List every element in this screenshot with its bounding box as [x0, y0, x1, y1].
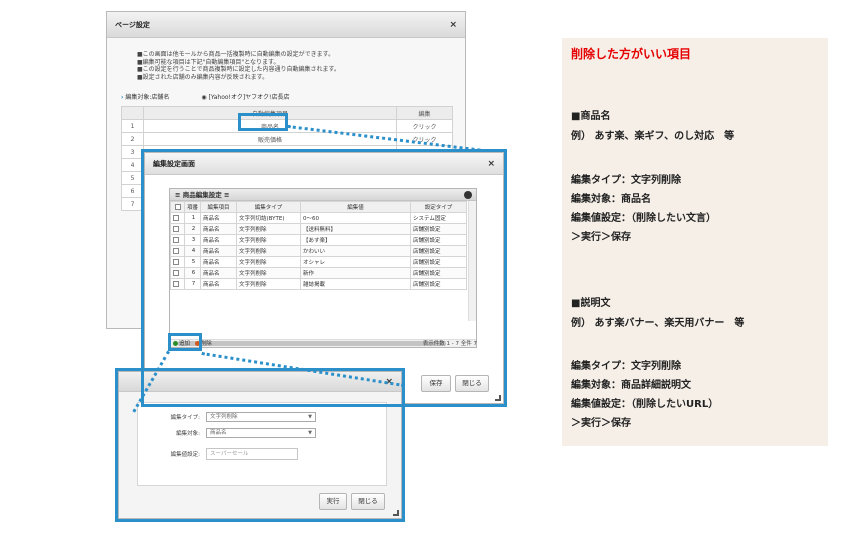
instruction-line: 編集対象：商品詳細説明文	[571, 380, 691, 391]
section-example: 例） あす楽バナー、楽天用バナー 等	[571, 318, 745, 329]
instruction-line: 編集対象：商品名	[571, 194, 651, 205]
edit-target-store: [Yahoo!オク]ヤフオク!店長店	[208, 94, 290, 101]
chevron-right-icon: ›	[121, 94, 124, 101]
note-heading: 削除した方がいい項目	[571, 47, 692, 61]
notice-line: ■この画面は他モールから商品一括複製時に自動編集の設定ができます。	[137, 51, 335, 58]
instruction-line: 編集タイプ：文字列削除	[571, 361, 681, 372]
radio-button[interactable]: ◉	[201, 94, 206, 101]
note-panel: 削除した方がいい項目 ■商品名 例） あす楽、楽ギフ、のし対応 等 編集タイプ：…	[562, 38, 828, 446]
edit-target-label: 編集対象:店舗名	[125, 94, 170, 101]
edit-target-row: › 編集対象:店舗名 ◉ [Yahoo!オク]ヤフオク!店長店	[121, 89, 453, 106]
section-title: ■説明文	[571, 298, 611, 309]
column-header: 編集	[396, 106, 453, 120]
section-title: ■商品名	[571, 111, 611, 122]
close-icon[interactable]: ×	[449, 12, 457, 38]
notice-line: ■この設定を行うことで商品複製時に設定した内容通り自動編集されます。	[137, 66, 340, 73]
instruction-line: ＞実行＞保存	[571, 232, 631, 243]
highlight-box	[141, 149, 507, 407]
section-example: 例） あす楽、楽ギフ、のし対応 等	[571, 131, 735, 142]
instruction-line: 編集値設定：（削除したい文言）	[571, 213, 716, 224]
highlight-box	[238, 113, 288, 131]
notice-text: ■この画面は他モールから商品一括複製時に自動編集の設定ができます。 ■編集可能な…	[137, 51, 340, 81]
notice-line: ■設定された店舗のみ編集内容が反映されます。	[137, 73, 269, 81]
notice-line: ■編集可能な項目は下記"自動編集項目"となります。	[137, 58, 280, 66]
instruction-line: 編集タイプ：文字列削除	[571, 175, 681, 186]
instruction-line: ＞実行＞保存	[571, 418, 631, 429]
instruction-line: 編集値設定：（削除したいURL）	[571, 399, 719, 410]
page-settings-title: ページ設定	[115, 21, 150, 29]
page-settings-title-bar[interactable]: ページ設定 ×	[107, 12, 465, 38]
